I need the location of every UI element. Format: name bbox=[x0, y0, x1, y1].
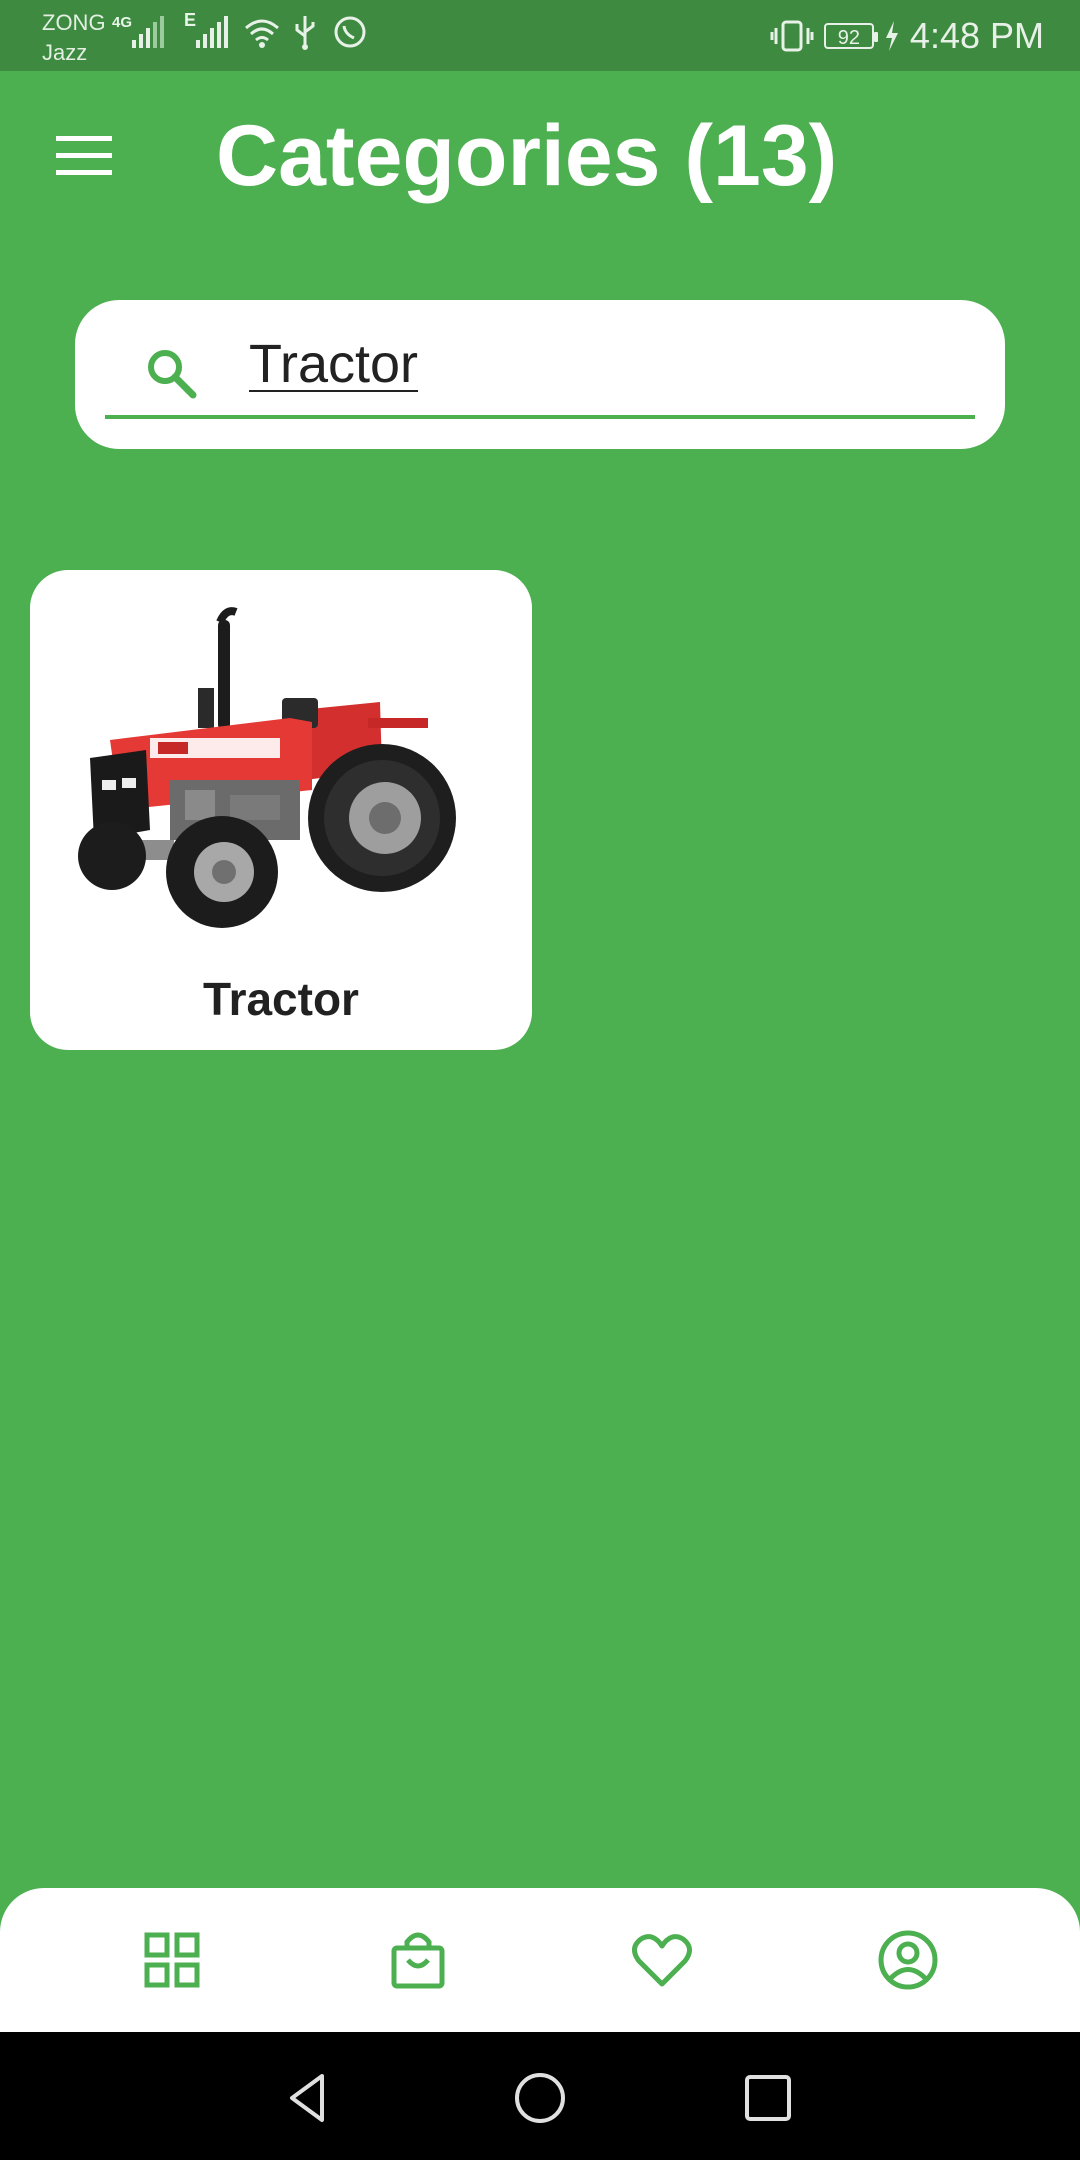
search-icon bbox=[148, 350, 197, 399]
search-underline bbox=[105, 415, 975, 419]
nav-favorites[interactable] bbox=[626, 1924, 698, 1996]
bottom-navigation bbox=[0, 1888, 1080, 2032]
clock: 4:48 PM bbox=[909, 14, 1044, 56]
recents-icon[interactable] bbox=[738, 2068, 798, 2128]
nav-shop[interactable] bbox=[382, 1924, 454, 1996]
tractor-image bbox=[78, 607, 456, 928]
network-1-type: 4G bbox=[112, 14, 133, 31]
carrier-info: ZONG Jazz bbox=[42, 8, 106, 68]
signal-icon bbox=[132, 16, 164, 48]
system-navigation-bar bbox=[0, 2032, 1080, 2160]
nav-categories[interactable] bbox=[136, 1924, 208, 1996]
carrier-1-name: ZONG bbox=[42, 10, 106, 35]
category-label: Tractor bbox=[203, 973, 359, 1025]
category-card-tractor[interactable]: Tractor bbox=[30, 570, 532, 1050]
whatsapp-icon bbox=[334, 16, 366, 48]
home-icon[interactable] bbox=[510, 2068, 570, 2128]
status-bar: ZONG Jazz 4G E 92 4:48 PM bbox=[0, 0, 1080, 71]
battery-level: 92 bbox=[837, 26, 861, 49]
page-title: Categories (13) bbox=[216, 108, 838, 204]
nav-account[interactable] bbox=[872, 1924, 944, 1996]
usb-icon bbox=[295, 16, 315, 50]
search-bar bbox=[75, 300, 1005, 449]
back-icon[interactable] bbox=[280, 2068, 340, 2128]
status-right: 92 4:48 PM bbox=[770, 0, 1044, 71]
battery-icon: 92 bbox=[823, 22, 878, 49]
charging-icon bbox=[885, 20, 898, 51]
wifi-icon bbox=[245, 19, 279, 48]
vibrate-icon bbox=[770, 20, 814, 51]
carrier-2-name: Jazz bbox=[42, 40, 88, 65]
account-icon bbox=[878, 1930, 938, 1990]
hamburger-menu-icon[interactable] bbox=[56, 136, 112, 176]
signal-icon bbox=[196, 16, 228, 48]
search-input[interactable] bbox=[247, 318, 951, 410]
shopping-bag-icon bbox=[391, 1932, 445, 1989]
categories-grid-icon bbox=[144, 1932, 200, 1988]
heart-icon bbox=[632, 1934, 692, 1987]
